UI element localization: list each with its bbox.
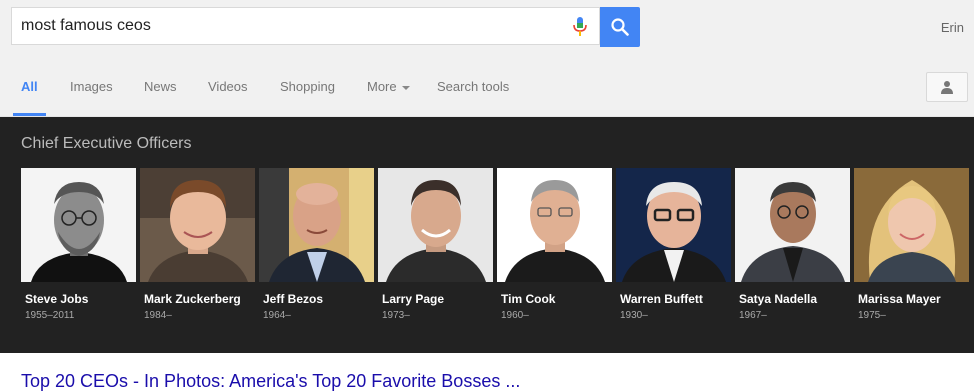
person-years: 1984– <box>144 310 172 321</box>
person-card-marissa-mayer[interactable]: Marissa Mayer 1975– <box>854 168 969 321</box>
search-icon <box>611 18 629 36</box>
tab-more[interactable]: More <box>367 79 410 94</box>
person-name: Jeff Bezos <box>263 292 324 306</box>
panel-title: Chief Executive Officers <box>21 135 192 152</box>
person-card-jeff-bezos[interactable]: Jeff Bezos 1964– <box>259 168 374 321</box>
person-name: Tim Cook <box>501 292 556 306</box>
tab-shopping[interactable]: Shopping <box>280 79 335 94</box>
person-years: 1973– <box>382 310 410 321</box>
search-input[interactable] <box>21 16 561 36</box>
person-name: Steve Jobs <box>25 292 89 306</box>
person-photo <box>378 168 493 282</box>
search-button[interactable] <box>600 7 640 47</box>
person-card-mark-zuckerberg[interactable]: Mark Zuckerberg 1984– <box>140 168 255 321</box>
tabs-bar: All Images News Videos Shopping More Sea… <box>0 58 974 117</box>
person-card-tim-cook[interactable]: Tim Cook 1960– <box>497 168 612 321</box>
person-years: 1964– <box>263 310 291 321</box>
person-years: 1975– <box>858 310 886 321</box>
user-name[interactable]: Erin <box>941 20 964 35</box>
person-name: Mark Zuckerberg <box>144 292 241 306</box>
active-tab-indicator <box>13 113 46 116</box>
person-card-steve-jobs[interactable]: Steve Jobs 1955–2011 <box>21 168 136 321</box>
person-photo <box>616 168 731 282</box>
person-name: Larry Page <box>382 292 445 306</box>
person-photo <box>854 168 969 282</box>
chevron-down-icon <box>401 85 410 90</box>
tab-search-tools[interactable]: Search tools <box>437 79 509 94</box>
person-years: 1955–2011 <box>25 310 75 321</box>
tab-images[interactable]: Images <box>70 79 113 94</box>
search-box[interactable] <box>11 7 600 45</box>
person-photo <box>497 168 612 282</box>
person-photo <box>735 168 850 282</box>
top-bar: Erin <box>0 0 974 58</box>
person-name: Satya Nadella <box>739 292 818 306</box>
person-years: 1967– <box>739 310 767 321</box>
person-name: Marissa Mayer <box>858 292 941 306</box>
search-result-link[interactable]: Top 20 CEOs - In Photos: America's Top 2… <box>21 371 520 392</box>
person-name: Warren Buffett <box>620 292 703 306</box>
tab-more-label: More <box>367 79 397 94</box>
microphone-icon[interactable] <box>572 17 588 37</box>
person-photo <box>21 168 136 282</box>
tab-news[interactable]: News <box>144 79 177 94</box>
person-years: 1930– <box>620 310 648 321</box>
person-card-warren-buffett[interactable]: Warren Buffett 1930– <box>616 168 731 321</box>
account-button[interactable] <box>926 72 968 102</box>
tab-videos[interactable]: Videos <box>208 79 248 94</box>
person-icon <box>941 81 953 94</box>
person-photo <box>140 168 255 282</box>
tab-all[interactable]: All <box>21 79 38 94</box>
person-photo <box>259 168 374 282</box>
person-years: 1960– <box>501 310 529 321</box>
person-card-larry-page[interactable]: Larry Page 1973– <box>378 168 493 321</box>
knowledge-carousel: Chief Executive Officers Steve Jobs 1955… <box>0 117 974 353</box>
person-card-satya-nadella[interactable]: Satya Nadella 1967– <box>735 168 850 321</box>
